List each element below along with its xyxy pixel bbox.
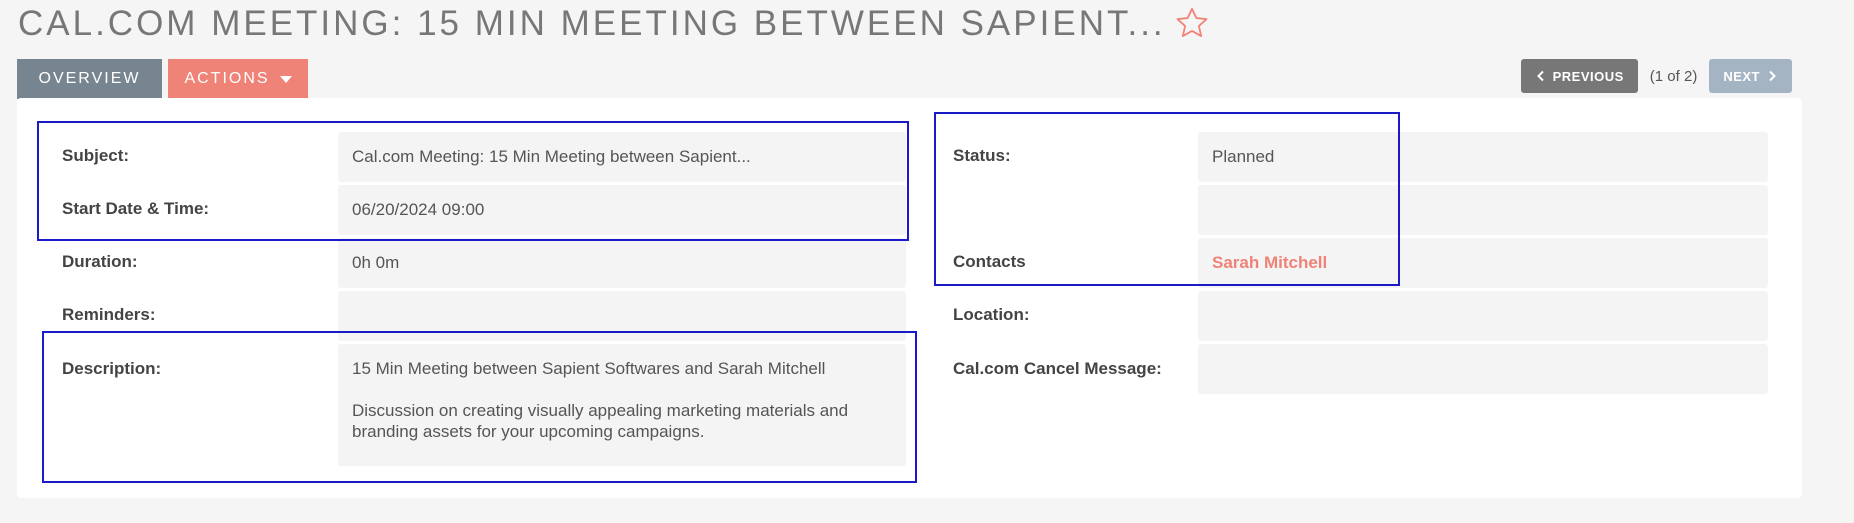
star-icon[interactable]	[1174, 5, 1210, 41]
duration-label: Duration:	[62, 252, 138, 271]
actions-dropdown[interactable]: ACTIONS	[168, 59, 308, 99]
title-row: CAL.COM MEETING: 15 MIN MEETING BETWEEN …	[18, 0, 1210, 46]
actions-dropdown-label: ACTIONS	[184, 70, 270, 87]
description-value: 15 Min Meeting between Sapient Softwares…	[338, 344, 906, 466]
reminders-label: Reminders:	[62, 305, 156, 324]
contacts-value: Sarah Mitchell	[1198, 238, 1768, 288]
previous-button-label: PREVIOUS	[1552, 68, 1624, 84]
description-label: Description:	[62, 359, 162, 378]
description-line-1: 15 Min Meeting between Sapient Softwares…	[352, 359, 826, 378]
status-value: Planned	[1198, 132, 1768, 182]
previous-button[interactable]: PREVIOUS	[1520, 59, 1638, 93]
description-line-2: Discussion on creating visually appealin…	[352, 401, 849, 441]
chevron-right-icon	[1766, 70, 1778, 82]
tab-overview-label: OVERVIEW	[38, 70, 141, 87]
caret-down-icon	[279, 75, 292, 83]
location-label: Location:	[953, 305, 1030, 324]
cancel-message-label: Cal.com Cancel Message:	[953, 359, 1162, 378]
meeting-detail-page: CAL.COM MEETING: 15 MIN MEETING BETWEEN …	[0, 0, 1854, 523]
status-label: Status:	[953, 146, 1011, 165]
start-date-value: 06/20/2024 09:00	[338, 185, 906, 235]
contact-link[interactable]: Sarah Mitchell	[1212, 253, 1327, 273]
cancel-message-value	[1198, 344, 1768, 394]
contacts-label: Contacts	[953, 252, 1026, 271]
tab-bar: OVERVIEW ACTIONS	[17, 59, 308, 99]
location-value	[1198, 291, 1768, 341]
next-button[interactable]: NEXT	[1709, 59, 1792, 93]
start-date-label: Start Date & Time:	[62, 199, 210, 218]
subject-value: Cal.com Meeting: 15 Min Meeting between …	[338, 132, 906, 182]
chevron-left-icon	[1535, 70, 1547, 82]
duration-value: 0h 0m	[338, 238, 906, 288]
tab-overview[interactable]: OVERVIEW	[17, 59, 162, 99]
subject-label: Subject:	[62, 146, 130, 165]
empty-field-value	[1198, 185, 1768, 235]
page-title: CAL.COM MEETING: 15 MIN MEETING BETWEEN …	[18, 3, 1166, 43]
record-pager: PREVIOUS (1 of 2) NEXT	[1520, 59, 1792, 93]
pager-count: (1 of 2)	[1649, 67, 1698, 85]
next-button-label: NEXT	[1723, 68, 1760, 84]
reminders-value	[338, 291, 906, 341]
